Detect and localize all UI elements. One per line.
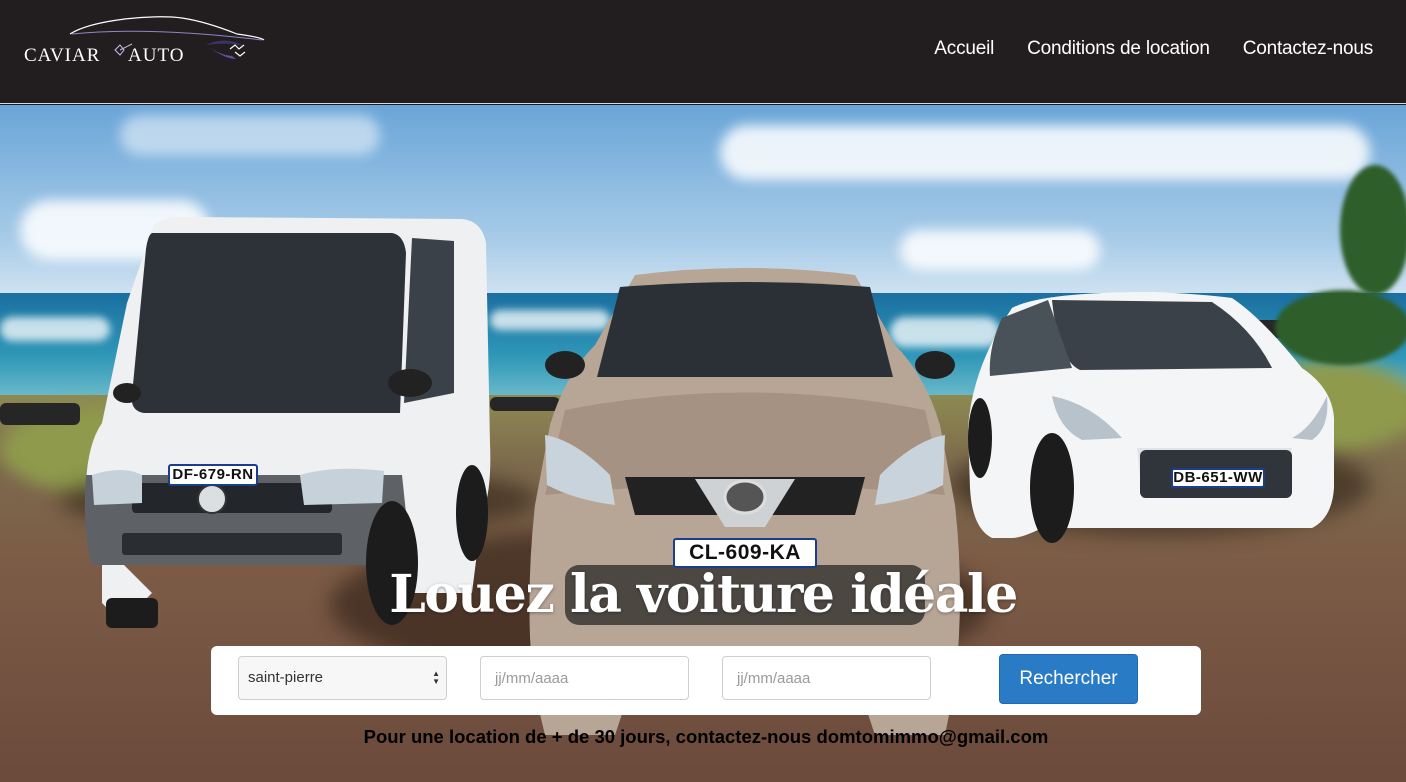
- nav-accueil[interactable]: Accueil: [934, 38, 994, 60]
- long-rental-contact-info: Pour une location de + de 30 jours, cont…: [363, 726, 1049, 747]
- caviar-auto-logo[interactable]: CAVIAR AUTO: [22, 12, 272, 70]
- end-date-input[interactable]: jj/mm/aaaa: [722, 656, 931, 700]
- start-date-input[interactable]: jj/mm/aaaa: [480, 656, 689, 700]
- cloud: [900, 230, 1100, 270]
- license-plate-hatchback: DB-651-WW: [1171, 468, 1265, 488]
- logo-text-auto: AUTO: [128, 45, 185, 66]
- location-select[interactable]: saint-pierre ▲ ▼: [238, 656, 447, 700]
- logo-text-caviar: CAVIAR: [24, 45, 101, 66]
- main-nav: Accueil Conditions de location Contactez…: [934, 38, 1373, 60]
- cloud: [720, 125, 1370, 180]
- search-form: saint-pierre ▲ ▼ jj/mm/aaaa jj/mm/aaaa Re…: [211, 646, 1201, 715]
- cloud: [120, 115, 380, 155]
- nav-contactez-nous[interactable]: Contactez-nous: [1243, 38, 1373, 60]
- white-hatchback-image: [968, 292, 1334, 543]
- nav-conditions-de-location[interactable]: Conditions de location: [1027, 38, 1210, 60]
- site-header: CAVIAR AUTO Accueil Conditions de locati…: [0, 0, 1406, 104]
- tree: [1340, 165, 1406, 295]
- select-arrows-icon: ▲ ▼: [432, 669, 440, 686]
- location-select-value: saint-pierre: [248, 669, 324, 686]
- hero-title: Louez la voiture idéale: [389, 564, 1018, 625]
- rocks: [0, 403, 80, 425]
- license-plate-van: DF-679-RN: [168, 464, 258, 486]
- search-button[interactable]: Rechercher: [999, 654, 1138, 704]
